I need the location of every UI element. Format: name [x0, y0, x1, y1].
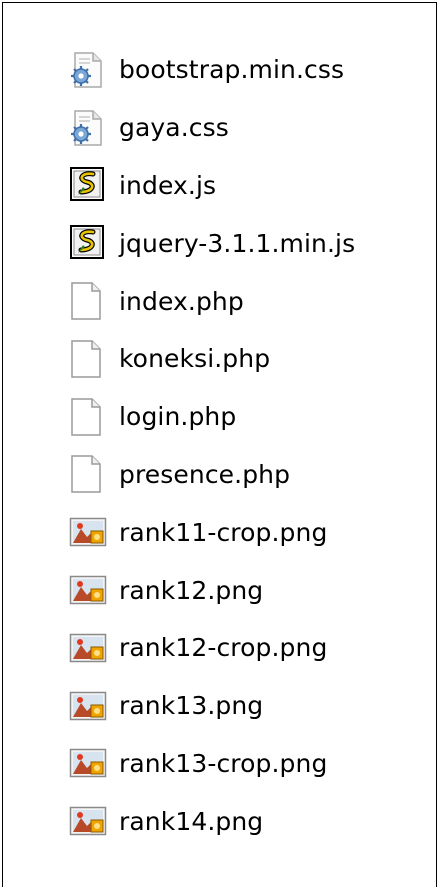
file-item[interactable]: jquery-3.1.1.min.js — [3, 214, 436, 272]
blank-file-icon — [69, 339, 113, 379]
file-name: index.js — [119, 170, 217, 200]
file-name: login.php — [119, 402, 237, 432]
file-name: rank14.png — [119, 806, 264, 836]
js-script-icon — [69, 223, 113, 263]
file-item[interactable]: gaya.css — [3, 99, 436, 157]
file-name: gaya.css — [119, 113, 229, 143]
png-image-icon — [69, 628, 113, 668]
blank-file-icon — [69, 454, 113, 494]
file-item[interactable]: koneksi.php — [3, 330, 436, 388]
file-item[interactable]: rank13-crop.png — [3, 735, 436, 793]
file-item[interactable]: presence.php — [3, 446, 436, 504]
file-item[interactable]: bootstrap.min.css — [3, 41, 436, 99]
file-item[interactable]: rank14.png — [3, 792, 436, 850]
file-name: koneksi.php — [119, 344, 271, 374]
file-name: index.php — [119, 286, 244, 316]
file-name: rank13.png — [119, 691, 264, 721]
file-name: rank11-crop.png — [119, 517, 328, 547]
file-item[interactable]: rank11-crop.png — [3, 503, 436, 561]
file-item[interactable]: rank12.png — [3, 561, 436, 619]
css-file-icon — [69, 108, 113, 148]
file-list-panel: bootstrap.min.css gaya.css index.js jque… — [2, 2, 437, 887]
file-name: rank12-crop.png — [119, 633, 328, 663]
png-image-icon — [69, 570, 113, 610]
file-item[interactable]: rank13.png — [3, 677, 436, 735]
blank-file-icon — [69, 281, 113, 321]
file-item[interactable]: index.js — [3, 157, 436, 215]
png-image-icon — [69, 801, 113, 841]
js-script-icon — [69, 165, 113, 205]
file-name: bootstrap.min.css — [119, 55, 345, 85]
file-name: jquery-3.1.1.min.js — [119, 228, 356, 258]
file-item[interactable]: login.php — [3, 388, 436, 446]
file-name: rank13-crop.png — [119, 748, 328, 778]
file-name: presence.php — [119, 459, 291, 489]
file-item[interactable]: index.php — [3, 272, 436, 330]
png-image-icon — [69, 686, 113, 726]
file-name: rank12.png — [119, 575, 264, 605]
blank-file-icon — [69, 397, 113, 437]
css-file-icon — [69, 50, 113, 90]
png-image-icon — [69, 743, 113, 783]
png-image-icon — [69, 512, 113, 552]
file-item[interactable]: rank12-crop.png — [3, 619, 436, 677]
file-list: bootstrap.min.css gaya.css index.js jque… — [3, 41, 436, 850]
